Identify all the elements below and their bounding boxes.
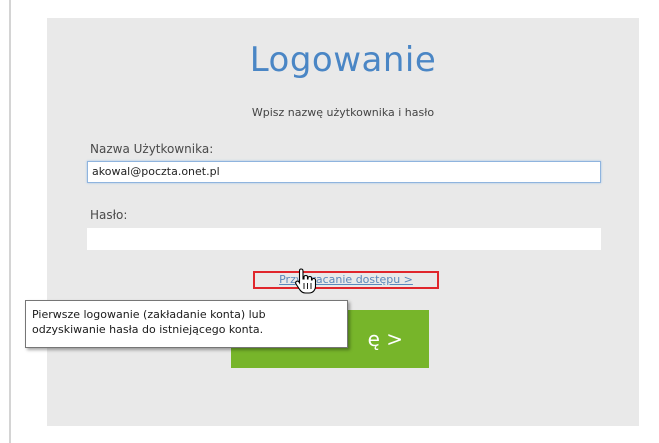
username-label: Nazwa Użytkownika: (90, 142, 214, 156)
login-subtitle: Wpisz nazwę użytkownika i hasło (251, 106, 435, 119)
page: Logowanie Wpisz nazwę użytkownika i hasł… (0, 0, 659, 443)
login-title: Logowanie (249, 40, 437, 80)
tooltip: Pierwsze logowanie (zakładanie konta) lu… (25, 300, 348, 348)
username-input[interactable]: akowal@poczta.onet.pl (87, 161, 601, 183)
left-divider (9, 0, 11, 443)
password-label: Hasło: (90, 208, 128, 222)
hand-pointer-icon (295, 268, 317, 294)
recover-access-link[interactable]: Przywracanie dostępu > (253, 271, 439, 289)
tooltip-line-1: Pierwsze logowanie (zakładanie konta) lu… (32, 308, 266, 321)
login-panel: Logowanie Wpisz nazwę użytkownika i hasł… (47, 18, 639, 426)
password-input[interactable] (87, 228, 601, 250)
tooltip-line-2: odzyskiwanie hasła do istniejącego konta… (32, 323, 264, 336)
